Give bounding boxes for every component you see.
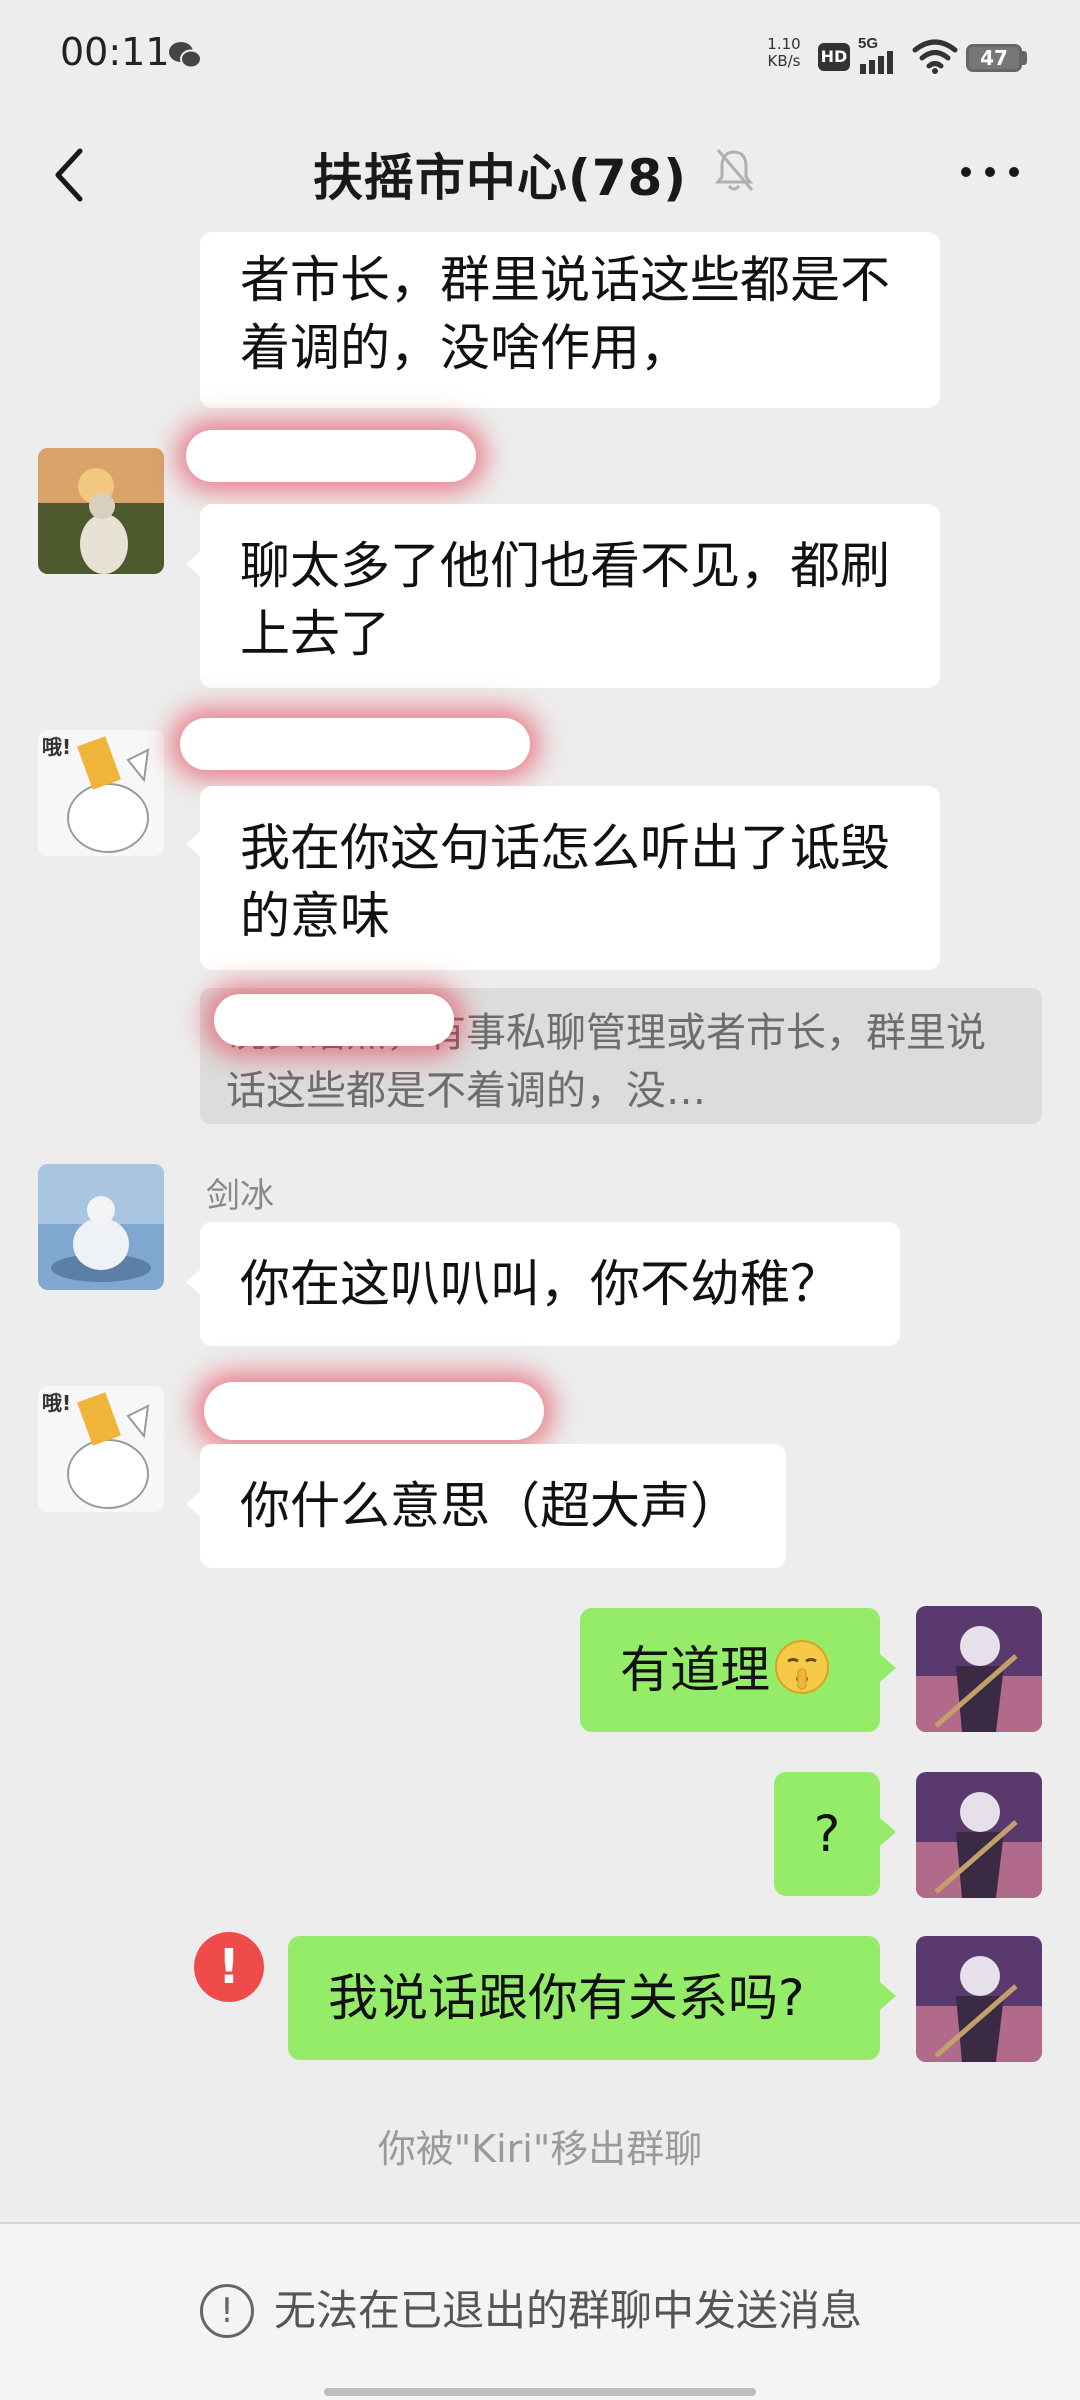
message-bubble[interactable]: 者市长，群里说话这些都是不着调的，没啥作用， (200, 232, 940, 408)
battery-tip (1022, 51, 1027, 65)
chat-title: 扶摇市中心(78) (312, 149, 688, 207)
mute-bell-icon (714, 149, 754, 191)
message-text: 聊太多了他们也看不见，都刷上去了 (240, 537, 890, 663)
meditating-figure-avatar[interactable] (38, 1164, 164, 1290)
redacted-sender-name (180, 718, 530, 770)
status-time: 00:11 (60, 30, 170, 74)
signal-5g-icon: 5G (858, 35, 893, 74)
info-exclamation-icon: ! (200, 2284, 254, 2338)
message-text: 者市长，群里说话这些都是不着调的，没啥作用， (240, 251, 890, 377)
anime-self-avatar[interactable] (916, 1772, 1042, 1898)
message-text: 我说话跟你有关系吗? (328, 1969, 805, 2027)
bubble-tail (880, 1818, 896, 1846)
message-bubble[interactable]: 我在你这句话怎么听出了诋毁的意味 (200, 786, 940, 970)
cat-sticker-avatar[interactable]: 哦! (38, 730, 164, 856)
redacted-sender-name (204, 1382, 544, 1440)
sender-name: 剑冰 (206, 1176, 274, 1216)
message-bubble[interactable]: 你在这叭叭叫，你不幼稚？ (200, 1222, 900, 1346)
send-failed-icon[interactable]: ! (194, 1932, 264, 2002)
bubble-tail (880, 1982, 896, 2010)
message-text: 有道理 (620, 1641, 770, 1699)
message-bubble[interactable]: 聊太多了他们也看不见，都刷上去了 (200, 504, 940, 688)
anime-self-avatar[interactable] (916, 1606, 1042, 1732)
message-text: 你什么意思（超大声） (240, 1477, 740, 1535)
svg-text:哦!: 哦! (42, 1391, 71, 1415)
cat-sticker-avatar[interactable]: 哦! (38, 1386, 164, 1512)
wifi-icon (912, 39, 958, 74)
message-bubble-self[interactable]: 有道理 (580, 1608, 880, 1732)
redacted-quote-author (214, 994, 454, 1046)
more-options-icon[interactable] (958, 160, 1022, 184)
home-indicator[interactable] (324, 2388, 756, 2396)
system-notice: 你被"Kiri"移出群聊 (377, 2127, 703, 2171)
battery-indicator: 47 (966, 44, 1022, 72)
girl-field-avatar[interactable] (38, 448, 164, 574)
anime-self-avatar[interactable] (916, 1936, 1042, 2062)
network-speed: 1.10 KB/s (767, 35, 801, 70)
hd-badge: HD (818, 43, 850, 71)
message-text: 我在你这句话怎么听出了诋毁的意味 (240, 819, 890, 945)
bubble-tail (880, 1654, 896, 1682)
cannot-send-notice: 无法在已退出的群聊中发送消息 (274, 2286, 863, 2335)
shushing-face-emoji (774, 1639, 830, 1695)
redacted-sender-name (186, 430, 476, 482)
svg-text:5G: 5G (858, 35, 878, 52)
message-text: ? (813, 1805, 841, 1863)
message-bubble-self[interactable]: 我说话跟你有关系吗? (288, 1936, 880, 2060)
message-bubble-self[interactable]: ? (774, 1772, 880, 1896)
message-bubble[interactable]: 你什么意思（超大声） (200, 1444, 786, 1568)
wechat-icon (169, 42, 202, 69)
message-text: 你在这叭叭叫，你不幼稚？ (240, 1255, 840, 1313)
svg-text:哦!: 哦! (42, 735, 71, 759)
